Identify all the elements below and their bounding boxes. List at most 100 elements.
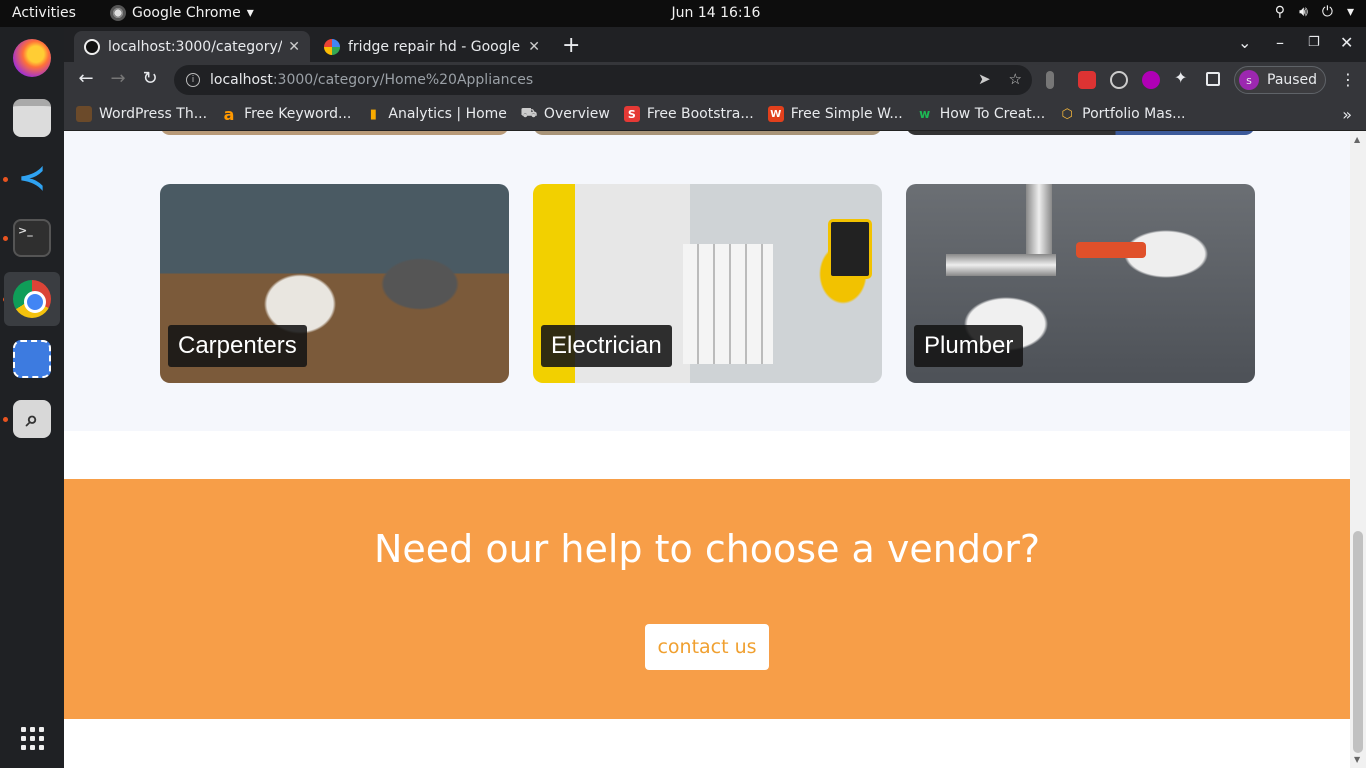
vendor-help-banner: Need our help to choose a vendor? contac… — [64, 479, 1350, 719]
puzzle-icon[interactable]: ✦ — [1174, 68, 1192, 87]
dock: ≺ >_ ⌕ — [0, 27, 64, 768]
category-card-electrician[interactable]: Electrician — [533, 184, 882, 383]
category-card-partial[interactable] — [533, 131, 882, 135]
bookmark-label: Portfolio Mas... — [1082, 106, 1186, 122]
nextjs-icon — [84, 38, 100, 55]
reload-button[interactable]: ↻ — [138, 68, 162, 89]
category-label: Plumber — [914, 325, 1024, 367]
bookmark-label: Free Keyword... — [244, 106, 352, 122]
side-panel-icon[interactable] — [1206, 72, 1220, 86]
chrome-icon — [13, 280, 51, 318]
scroll-up-arrow-icon[interactable]: ▲ — [1354, 135, 1360, 144]
page-scrollbar[interactable]: ▲ ▼ — [1350, 131, 1366, 768]
system-top-bar: Activities Google Chrome ▾ Jun 14 16:16 … — [0, 0, 1366, 27]
terminal-icon: >_ — [13, 219, 51, 257]
bookmarks-bar: WordPress Th... a Free Keyword... ▮ Anal… — [64, 98, 1366, 131]
browser-toolbar: ← → ↻ i localhost:3000/category/Home%20A… — [64, 62, 1366, 98]
contact-us-button[interactable]: contact us — [645, 624, 769, 670]
bookmark-item[interactable]: WordPress Th... — [76, 106, 207, 122]
dock-files[interactable] — [4, 91, 60, 145]
extension-icon[interactable] — [1142, 71, 1160, 89]
firefox-icon — [13, 39, 51, 77]
maximize-button[interactable]: ❐ — [1308, 35, 1320, 50]
extension-icon[interactable] — [1110, 71, 1128, 89]
scrollbar-thumb[interactable] — [1353, 531, 1363, 753]
tab-title: fridge repair hd - Google Search — [348, 38, 522, 55]
more-bookmarks-icon[interactable]: » — [1342, 105, 1352, 124]
bookmark-label: How To Creat... — [939, 106, 1046, 122]
portfolio-icon: ⬡ — [1061, 106, 1073, 122]
bookmark-label: Free Simple W... — [790, 106, 903, 122]
tab-search-chevron-icon[interactable]: ⌄ — [1238, 33, 1251, 52]
send-icon[interactable]: ➤ — [978, 70, 991, 88]
profile-status: Paused — [1267, 72, 1318, 88]
bookmark-star-icon[interactable]: ☆ — [1009, 70, 1022, 88]
close-icon[interactable]: ✕ — [288, 39, 300, 55]
bookmark-item[interactable]: ▮ Analytics | Home — [365, 106, 507, 122]
dock-firefox[interactable] — [4, 31, 60, 85]
bookmark-item[interactable]: W Free Simple W... — [767, 106, 903, 122]
category-card-plumber[interactable]: Plumber — [906, 184, 1255, 383]
screenshot-icon — [13, 340, 51, 378]
pipe-image — [946, 254, 1056, 276]
tab-strip: localhost:3000/category/Home%20Appliance… — [64, 27, 1366, 62]
back-button[interactable]: ← — [74, 68, 98, 89]
address-bar[interactable]: i localhost:3000/category/Home%20Applian… — [174, 65, 1032, 95]
bookmark-item[interactable]: S Free Bootstra... — [623, 106, 754, 122]
overview-icon: ⛟ — [520, 105, 538, 121]
google-icon — [324, 38, 340, 55]
new-tab-button[interactable]: + — [562, 33, 580, 58]
tab-google-search[interactable]: fridge repair hd - Google Search ✕ — [314, 31, 550, 62]
s-icon: S — [623, 106, 640, 122]
extension-icon[interactable] — [1078, 71, 1096, 89]
multimeter-image — [828, 219, 872, 279]
bookmark-label: Overview — [543, 106, 610, 122]
wrench-image — [1076, 242, 1146, 258]
footer — [64, 719, 1350, 768]
scroll-down-arrow-icon[interactable]: ▼ — [1354, 755, 1360, 764]
wix-icon: w — [919, 107, 931, 121]
category-label: Electrician — [541, 325, 672, 367]
menu-icon[interactable]: ⋮ — [1340, 70, 1356, 89]
tab-localhost[interactable]: localhost:3000/category/Home%20Appliance… — [74, 31, 310, 62]
bookmark-item[interactable]: w How To Creat... — [917, 106, 1045, 122]
extension-icon[interactable] — [1046, 71, 1054, 89]
dock-chrome[interactable] — [4, 272, 60, 326]
category-label: Carpenters — [168, 325, 307, 367]
forward-button[interactable]: → — [106, 68, 130, 89]
bookmark-label: WordPress Th... — [99, 106, 208, 122]
section-spacer — [64, 431, 1350, 479]
bookmark-label: Analytics | Home — [388, 106, 507, 122]
power-icon: ⏻ — [1321, 4, 1333, 20]
clock[interactable]: Jun 14 16:16 — [0, 5, 1366, 21]
url-path: :3000/category/Home%20Appliances — [272, 72, 534, 88]
category-card-partial[interactable] — [906, 131, 1255, 135]
profile-button[interactable]: s Paused — [1234, 66, 1326, 94]
system-tray[interactable]: ⚲ 🔊︎ ⏻ ▾ — [1275, 4, 1354, 20]
network-icon: ⚲ — [1274, 4, 1286, 20]
bookmark-item[interactable]: ⛟ Overview — [520, 105, 610, 123]
url-host: localhost — [210, 72, 273, 88]
category-section: Carpenters Electrician Plumber — [64, 131, 1350, 431]
vscode-icon: ≺ — [17, 158, 47, 198]
volume-icon: 🔊︎ — [1299, 4, 1308, 20]
close-window-button[interactable]: ✕ — [1340, 33, 1353, 52]
minimize-button[interactable]: – — [1276, 33, 1284, 52]
dock-image-viewer[interactable]: ⌕ — [4, 392, 60, 446]
close-icon[interactable]: ✕ — [528, 39, 540, 55]
app-grid-icon — [20, 726, 44, 750]
dock-vscode[interactable]: ≺ — [4, 151, 60, 205]
browser-window: localhost:3000/category/Home%20Appliance… — [64, 27, 1366, 768]
dock-screenshot[interactable] — [4, 332, 60, 386]
chevron-down-icon: ▾ — [1346, 4, 1354, 20]
category-card-carpenters[interactable]: Carpenters — [160, 184, 509, 383]
bookmark-item[interactable]: ⬡ Portfolio Mas... — [1059, 106, 1185, 122]
dock-terminal[interactable]: >_ — [4, 211, 60, 265]
bookmark-item[interactable]: a Free Keyword... — [221, 105, 352, 124]
wordpress-icon — [76, 106, 92, 122]
banner-heading: Need our help to choose a vendor? — [373, 527, 1041, 571]
category-card-partial[interactable] — [160, 131, 509, 135]
show-applications-button[interactable] — [4, 711, 60, 765]
avatar: s — [1239, 70, 1259, 90]
site-info-icon[interactable]: i — [186, 73, 200, 87]
